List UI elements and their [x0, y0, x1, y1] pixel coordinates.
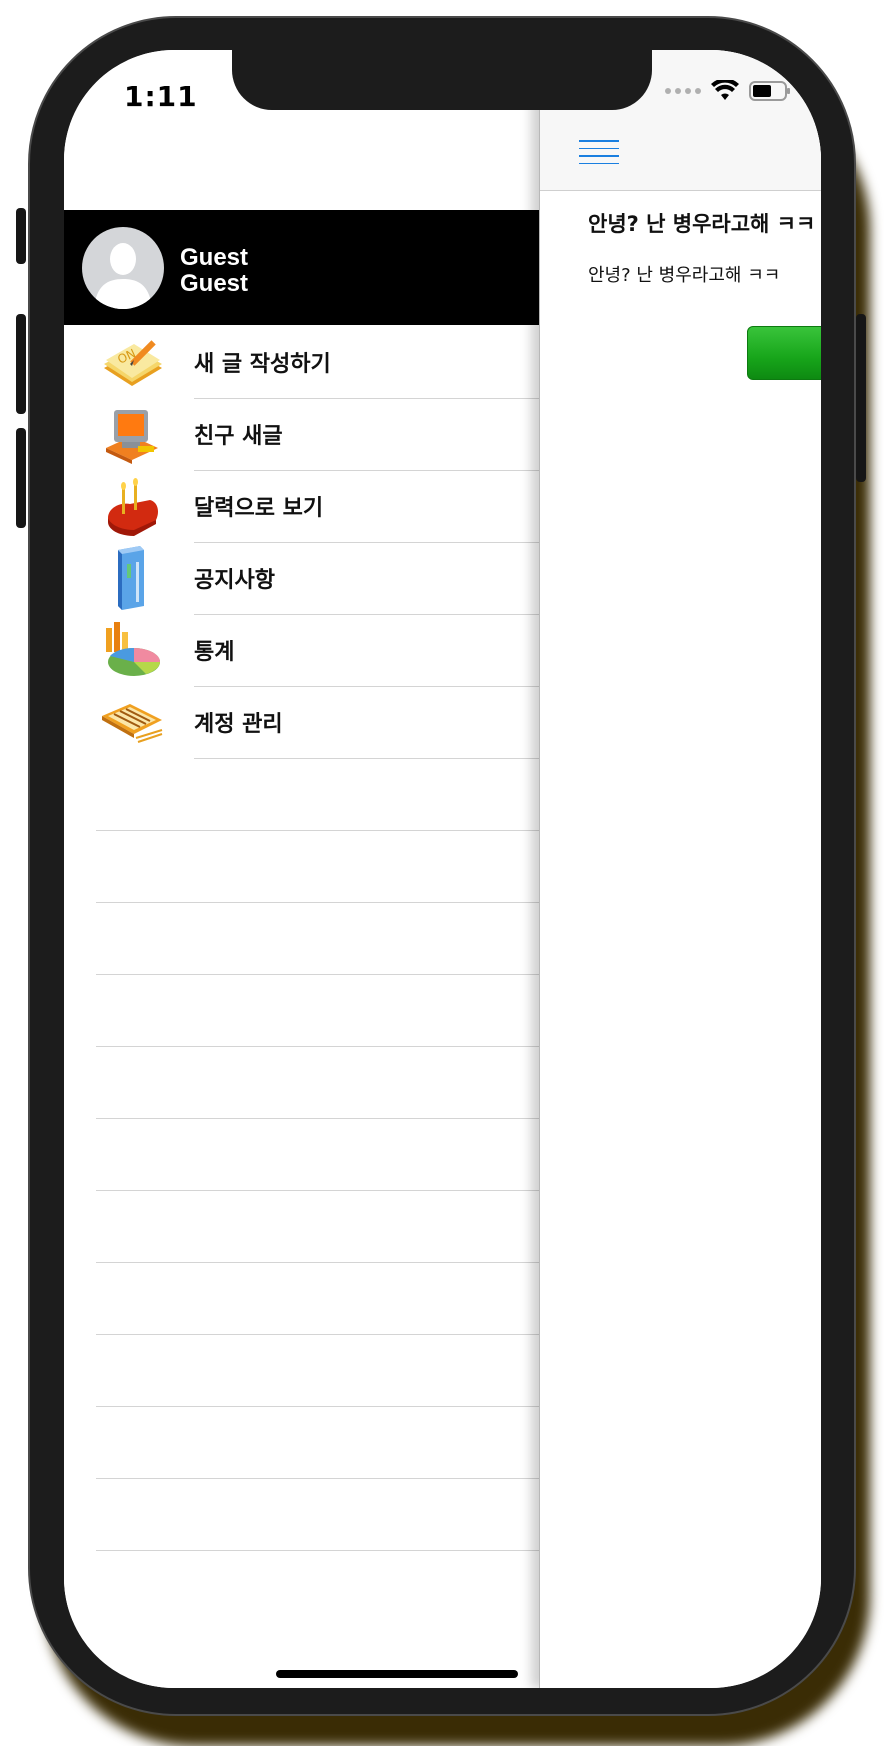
pie-chart-icon — [100, 618, 164, 682]
mute-switch — [16, 208, 26, 264]
cake-candles-icon — [100, 474, 164, 538]
menu-item-statistics[interactable]: 통계 — [64, 614, 539, 686]
menu-item-calendar-view[interactable]: 달력으로 보기 — [64, 470, 539, 542]
green-action-button[interactable] — [747, 326, 821, 380]
menu-item-notice[interactable]: 공지사항 — [64, 542, 539, 614]
menu-item-label: 공지사항 — [194, 568, 275, 593]
menu-item-label: 계정 관리 — [194, 712, 283, 737]
empty-row-separator — [96, 1478, 539, 1479]
empty-row-separator — [96, 1118, 539, 1119]
notch — [232, 50, 652, 110]
side-drawer: Guest Guest ON 새 글 작성하기 친구 새글 달력으로 보기 공지… — [64, 50, 539, 1688]
abacus-icon — [100, 690, 164, 754]
empty-row-separator — [96, 1334, 539, 1335]
status-time: 1:11 — [124, 80, 198, 113]
volume-down-button — [16, 428, 26, 528]
computer-icon — [100, 402, 164, 466]
phone-screen: Guest Guest ON 새 글 작성하기 친구 새글 달력으로 보기 공지… — [64, 50, 821, 1688]
cellular-signal-icon — [665, 88, 701, 94]
empty-row-separator — [96, 974, 539, 975]
menu-item-label: 새 글 작성하기 — [194, 352, 331, 377]
empty-row-separator — [96, 830, 539, 831]
user-name: Guest — [180, 244, 249, 271]
menu-item-label: 친구 새글 — [194, 424, 283, 449]
notepad-pencil-icon: ON — [100, 330, 164, 394]
status-indicators — [665, 80, 791, 102]
empty-row-separator — [96, 1046, 539, 1047]
server-tower-icon — [100, 546, 164, 610]
empty-row-separator — [96, 1190, 539, 1191]
hamburger-menu-icon[interactable] — [579, 140, 619, 170]
empty-row-separator — [96, 1550, 539, 1551]
user-subname: Guest — [180, 270, 249, 297]
power-button — [856, 314, 866, 482]
avatar-icon — [82, 227, 164, 309]
post-body: 안녕? 난 병우라고해 ㅋㅋ — [588, 265, 781, 286]
wifi-icon — [711, 80, 739, 100]
volume-up-button — [16, 314, 26, 414]
menu-item-label: 통계 — [194, 640, 235, 665]
menu-separator — [194, 758, 539, 759]
empty-row-separator — [96, 902, 539, 903]
empty-row-separator — [96, 1406, 539, 1407]
home-indicator[interactable] — [276, 1670, 518, 1678]
menu-item-write-post[interactable]: ON 새 글 작성하기 — [64, 326, 539, 398]
menu-item-account-settings[interactable]: 계정 관리 — [64, 686, 539, 758]
empty-row-separator — [96, 1262, 539, 1263]
menu-item-label: 달력으로 보기 — [194, 496, 324, 521]
post-title: 안녕? 난 병우라고해 ㅋㅋ — [588, 212, 816, 236]
main-content-panel[interactable]: 안녕? 난 병우라고해 ㅋㅋ 안녕? 난 병우라고해 ㅋㅋ — [539, 50, 821, 1688]
profile-header[interactable]: Guest Guest — [64, 210, 539, 325]
menu-item-friends-posts[interactable]: 친구 새글 — [64, 398, 539, 470]
battery-icon — [749, 81, 790, 101]
